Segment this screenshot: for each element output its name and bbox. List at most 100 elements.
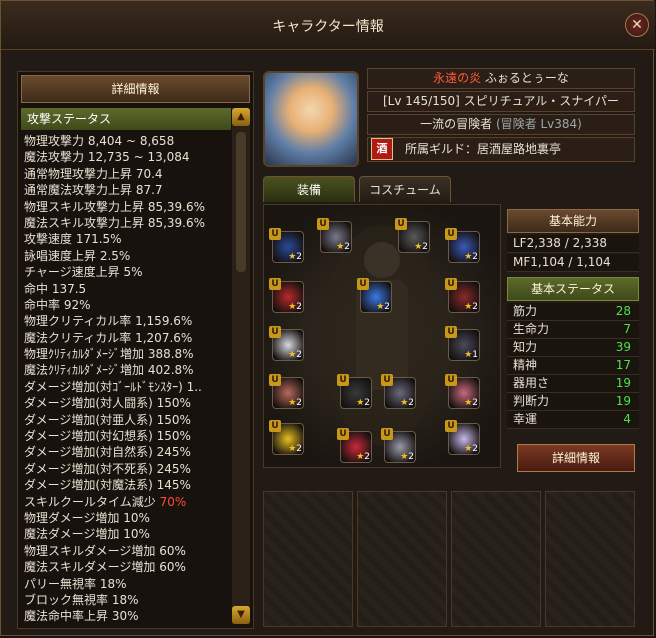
- tab-equipment[interactable]: 装備: [263, 176, 355, 202]
- basic-ability-header: 基本能力: [507, 209, 639, 233]
- enhance-level: ★1: [464, 350, 478, 360]
- stat-item: ダメージ増加(対ｺﾞｰﾙﾄﾞﾓﾝｽﾀｰ) 1..: [24, 379, 202, 394]
- cooltime-value: 70%: [159, 494, 187, 509]
- character-portrait: [263, 71, 359, 167]
- weapon-icon[interactable]: U ★2: [317, 218, 352, 253]
- scroll-up-button[interactable]: ▲: [232, 108, 250, 126]
- status-value: 39: [615, 340, 631, 354]
- stat-item: ブロック無視率 18%: [24, 592, 139, 607]
- status-label: 知力: [513, 340, 538, 354]
- stat-item: 物理ダメージ増加 10%: [24, 510, 150, 525]
- status-row: 精神 17: [507, 357, 639, 375]
- status-label: 精神: [513, 358, 538, 372]
- stat-item: 攻撃速度 171.5%: [24, 232, 122, 247]
- stat-item: 命中率 92%: [24, 297, 91, 312]
- enhance-level: ★2: [336, 242, 350, 252]
- close-button[interactable]: ✕: [625, 13, 649, 37]
- adventurer-level: (冒険者 Lv384): [495, 117, 582, 131]
- epithet: 永遠の炎: [433, 71, 482, 85]
- ring-icon[interactable]: U ★2: [381, 374, 416, 409]
- glove-icon[interactable]: U ★2: [269, 374, 304, 409]
- empty-slot[interactable]: [451, 491, 541, 627]
- lock-icon: U: [317, 218, 329, 230]
- cloak-icon[interactable]: U ★2: [445, 278, 480, 313]
- status-label: 器用さ: [513, 376, 550, 390]
- boots-icon[interactable]: U ★2: [269, 420, 304, 455]
- stat-item: 物理ｸﾘﾃｨｶﾙﾀﾞﾒｰｼﾞ増加 388.8%: [24, 347, 194, 362]
- name-box: 永遠の炎 ふぉるとぅーな: [367, 68, 635, 89]
- stat-item: 通常魔法攻撃力上昇 87.7: [24, 183, 163, 198]
- scroll-thumb[interactable]: [236, 132, 246, 272]
- enhance-level: ★2: [356, 398, 370, 408]
- stat-item: 命中 137.5: [24, 281, 87, 296]
- robe-icon[interactable]: U ★2: [269, 278, 304, 313]
- hat-icon[interactable]: U ★2: [269, 228, 304, 263]
- stat-item: 物理攻撃力 8,404 ~ 8,658: [24, 134, 175, 148]
- empty-slot[interactable]: [545, 491, 635, 627]
- scroll-down-button[interactable]: ▼: [232, 606, 250, 624]
- status-label: 幸運: [513, 412, 538, 426]
- lock-icon: U: [269, 326, 281, 338]
- stat-item: ダメージ増加(対亜人系) 150%: [24, 412, 191, 427]
- equipment-area: U ★2 U ★2 U ★2 U ★2 U ★2 U ★2 U ★2 U ★2 U ★1 U ★2 U ★2 U ★2 U ★2 U…: [263, 204, 501, 468]
- star-charm-icon[interactable]: U ★2: [445, 420, 480, 455]
- status-value: 28: [615, 304, 631, 318]
- stat-item: 魔法ｸﾘﾃｨｶﾙﾀﾞﾒｰｼﾞ増加 402.8%: [24, 363, 194, 378]
- bracelet-icon[interactable]: U ★2: [381, 428, 416, 463]
- necklace-icon[interactable]: U ★2: [357, 278, 392, 313]
- status-value: 7: [623, 322, 631, 336]
- empty-slot[interactable]: [357, 491, 447, 627]
- status-value: 19: [615, 394, 631, 408]
- status-value: 19: [615, 376, 631, 390]
- enhance-level: ★2: [376, 302, 390, 312]
- lock-icon: U: [269, 374, 281, 386]
- enhance-level: ★2: [288, 444, 302, 454]
- status-row: 筋力 28: [507, 303, 639, 321]
- stat-item: 魔法クリティカル率 1,207.6%: [24, 330, 193, 345]
- mf-row: MF1,104 / 1,104: [507, 254, 639, 272]
- stat-item: 魔法ダメージ増加 10%: [24, 527, 150, 542]
- basic-status-header: 基本ステータス: [507, 277, 639, 301]
- wing-icon[interactable]: U ★2: [395, 218, 430, 253]
- stat-item: 魔法スキル攻撃力上昇 85,39.6%: [24, 215, 206, 230]
- status-row: 幸運 4: [507, 411, 639, 429]
- shoulder-icon[interactable]: U ★2: [269, 326, 304, 361]
- jewel-ring-icon[interactable]: U ★2: [337, 428, 372, 463]
- status-row: 器用さ 19: [507, 375, 639, 393]
- enhance-level: ★2: [464, 444, 478, 454]
- enhance-level: ★2: [400, 452, 414, 462]
- cooltime-label: スキルクールタイム減少: [24, 494, 160, 509]
- title-bar[interactable]: キャラクター情報 ✕: [1, 1, 655, 50]
- lock-icon: U: [357, 278, 369, 290]
- belt-icon[interactable]: U ★1: [445, 326, 480, 361]
- guild-name: 所属ギルド：居酒屋路地裏亭: [405, 142, 562, 156]
- ring-icon[interactable]: U ★2: [337, 374, 372, 409]
- stat-item: ダメージ増加(対不死系) 245%: [24, 461, 191, 476]
- detail-info-header: 詳細情報: [21, 75, 250, 103]
- lock-icon: U: [269, 228, 281, 240]
- character-info-window: キャラクター情報 ✕ 詳細情報 攻撃ステータス 物理攻撃力 8,404 ~ 8,…: [0, 0, 655, 636]
- character-name: ふぉるとぅーな: [484, 71, 569, 85]
- lock-icon: U: [445, 228, 457, 240]
- adventurer-box: 一流の冒険者 (冒険者 Lv384): [367, 114, 635, 135]
- earring-icon[interactable]: U ★2: [445, 374, 480, 409]
- stat-item: 通常物理攻撃力上昇 70.4: [24, 166, 163, 181]
- stat-item: 魔法スキルダメージ増加 60%: [24, 560, 186, 575]
- enhance-level: ★2: [288, 252, 302, 262]
- empty-slot[interactable]: [263, 491, 353, 627]
- status-value: 17: [615, 358, 631, 372]
- stat-scrollbar[interactable]: ▲ ▼: [232, 108, 250, 624]
- stat-item: ダメージ増加(対幻想系) 150%: [24, 429, 191, 444]
- coat-icon[interactable]: U ★2: [445, 228, 480, 263]
- stat-item: パリー無視率 18%: [24, 576, 127, 591]
- enhance-level: ★2: [356, 452, 370, 462]
- stat-item: 物理スキルダメージ増加 60%: [24, 543, 186, 558]
- stat-item: ダメージ増加(対魔法系) 145%: [24, 478, 191, 493]
- enhance-level: ★2: [414, 242, 428, 252]
- status-label: 生命力: [513, 322, 550, 336]
- lock-icon: U: [381, 428, 393, 440]
- stat-item: 魔法攻撃力 12,735 ~ 13,084: [24, 150, 190, 165]
- tab-costume[interactable]: コスチューム: [359, 176, 451, 202]
- status-row: 判断力 19: [507, 393, 639, 411]
- detail-info-button[interactable]: 詳細情報: [517, 444, 635, 472]
